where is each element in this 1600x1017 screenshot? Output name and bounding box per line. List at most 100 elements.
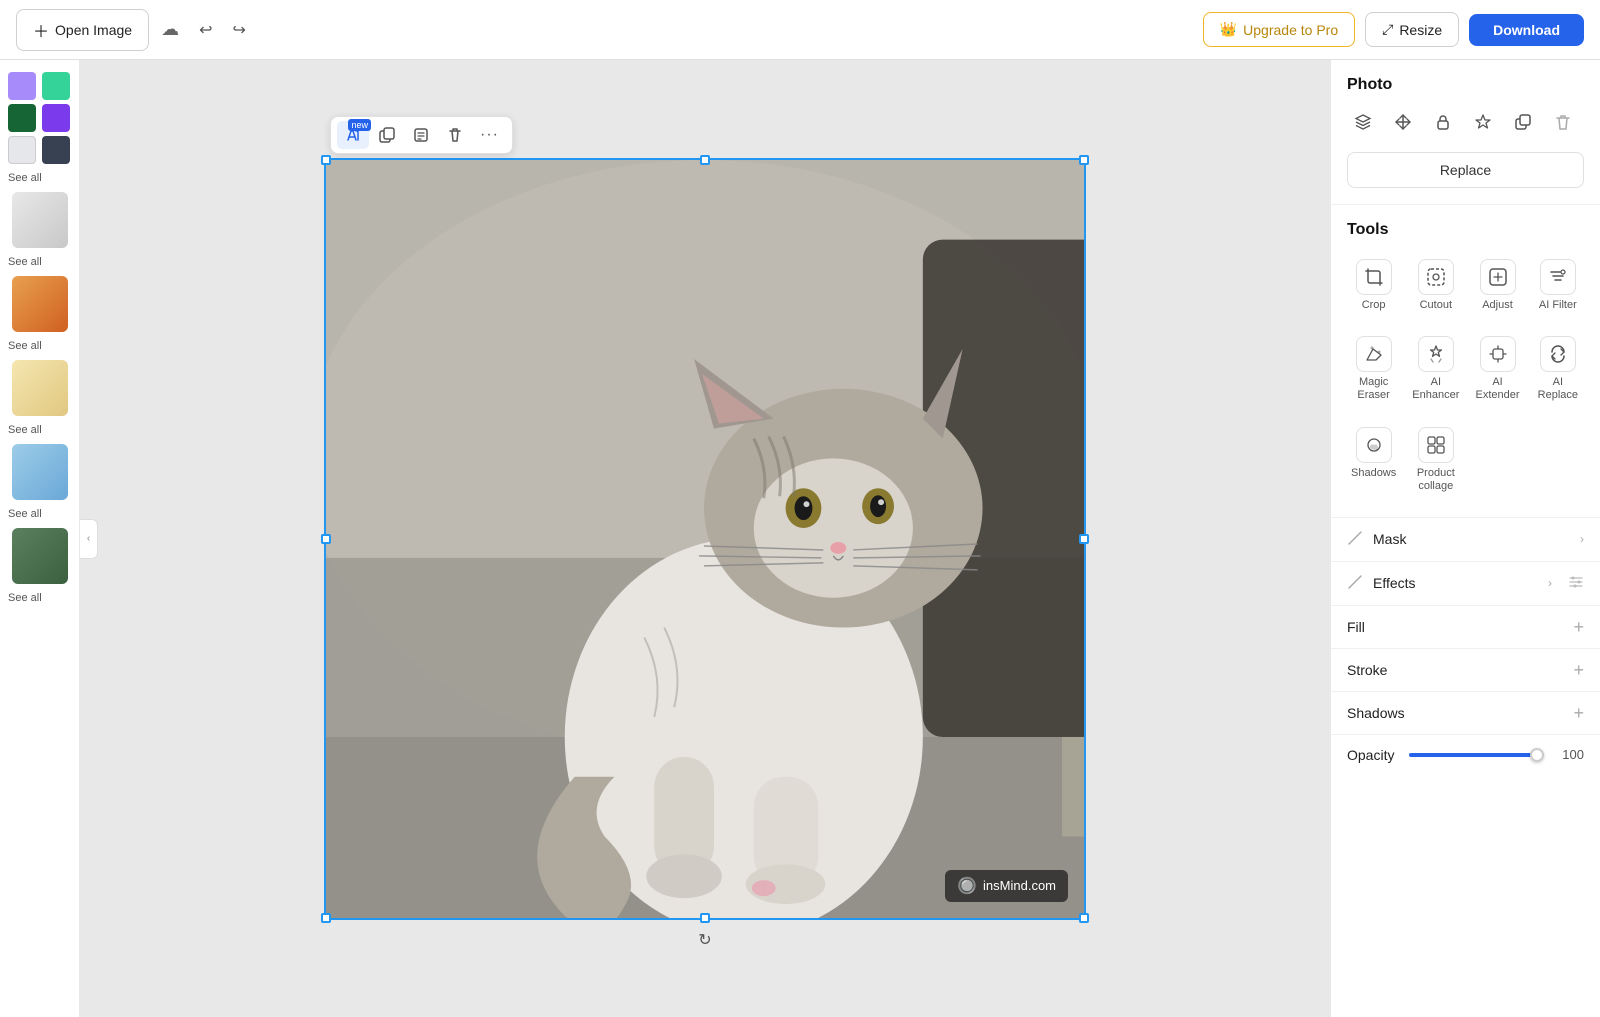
resize-icon: ⤢ (1382, 21, 1393, 38)
topbar-left: ＋ Open Image ☁ ↩ ↪ (16, 9, 1191, 51)
shadows-label: Shadows (1347, 705, 1573, 721)
open-image-label: Open Image (55, 22, 132, 38)
rotate-handle[interactable]: ↻ (696, 930, 714, 948)
topbar: ＋ Open Image ☁ ↩ ↪ 👑 Upgrade to Pro ⤢ Re… (0, 0, 1600, 60)
mask-row[interactable]: Mask › (1331, 518, 1600, 562)
shadows-row: Shadows + (1331, 692, 1600, 735)
collapse-handle[interactable]: ‹ (80, 519, 98, 559)
thumbnail-5[interactable] (12, 528, 68, 584)
cutout-tool[interactable]: Cutout (1408, 251, 1463, 320)
ai-filter-tool[interactable]: AI Filter (1532, 251, 1584, 320)
fill-add-button[interactable]: + (1573, 618, 1584, 636)
opacity-slider[interactable] (1409, 753, 1544, 757)
crop-tool-label: Crop (1362, 299, 1386, 312)
see-all-4-button[interactable]: See all (8, 506, 71, 522)
shadows-tool[interactable]: Shadows (1347, 419, 1400, 501)
stroke-label: Stroke (1347, 662, 1573, 678)
handle-middle-left[interactable] (321, 534, 331, 544)
ai-replace-tool-label: AI Replace (1536, 376, 1580, 402)
tools-section: Tools Crop Cutout (1331, 205, 1600, 518)
upgrade-button[interactable]: 👑 Upgrade to Pro (1203, 12, 1355, 47)
ft-delete-button[interactable] (439, 121, 471, 149)
effects-row[interactable]: Effects › (1331, 562, 1600, 606)
resize-button[interactable]: ⤢ Resize (1365, 12, 1459, 47)
color-grid (8, 72, 71, 164)
new-badge: new (348, 119, 371, 131)
see-all-2-button[interactable]: See all (8, 338, 71, 354)
floating-toolbar: new ··· (330, 116, 513, 154)
color-swatch-green-dark[interactable] (8, 104, 36, 132)
ai-filter-tool-icon (1540, 259, 1576, 295)
magic-eraser-tool[interactable]: Magic Eraser (1347, 328, 1400, 410)
main-layout: See all See all See all See all See all … (0, 60, 1600, 1017)
effects-label: Effects (1373, 575, 1538, 591)
thumbnail-3[interactable] (12, 360, 68, 416)
download-label: Download (1493, 22, 1560, 38)
thumbnail-4[interactable] (12, 444, 68, 500)
handle-bottom-left[interactable] (321, 913, 331, 923)
adjust-tool[interactable]: Adjust (1471, 251, 1523, 320)
color-swatch-gray-dark[interactable] (42, 136, 70, 164)
thumbnail-1[interactable] (12, 192, 68, 248)
ft-duplicate-button[interactable] (371, 121, 403, 149)
ai-replace-tool-icon (1540, 336, 1576, 372)
tools-grid: Crop Cutout Adjust (1347, 251, 1584, 501)
shadows-add-button[interactable]: + (1573, 704, 1584, 722)
handle-top-middle[interactable] (700, 155, 710, 165)
watermark-text: insMind.com (983, 878, 1056, 893)
handle-bottom-right[interactable] (1079, 913, 1089, 923)
canvas-area[interactable]: ‹ new (80, 60, 1330, 1017)
see-all-1-button[interactable]: See all (8, 254, 71, 270)
see-all-5-button[interactable]: See all (8, 590, 71, 606)
lock-icon-button[interactable] (1427, 106, 1459, 138)
watermark-logo-icon: 🔘 (957, 876, 977, 896)
handle-top-left[interactable] (321, 155, 331, 165)
right-panel: Photo (1330, 60, 1600, 1017)
upgrade-label: Upgrade to Pro (1243, 22, 1338, 38)
see-all-colors-button[interactable]: See all (8, 170, 71, 186)
color-swatch-green-teal[interactable] (42, 72, 70, 100)
adjust-tool-label: Adjust (1482, 299, 1513, 312)
handle-bottom-middle[interactable] (700, 913, 710, 923)
stroke-row: Stroke + (1331, 649, 1600, 692)
ai-enhancer-tool[interactable]: AI Enhancer (1408, 328, 1463, 410)
handle-top-right[interactable] (1079, 155, 1089, 165)
open-image-button[interactable]: ＋ Open Image (16, 9, 149, 51)
resize-label: Resize (1399, 22, 1442, 38)
photo-title: Photo (1347, 76, 1584, 94)
ft-copy-button[interactable] (405, 121, 437, 149)
pin-icon-button[interactable] (1467, 106, 1499, 138)
mask-label: Mask (1373, 531, 1570, 547)
image-frame[interactable]: new ··· (324, 158, 1086, 920)
product-collage-tool[interactable]: Product collage (1408, 419, 1463, 501)
plus-icon: ＋ (33, 18, 49, 42)
ai-extender-tool[interactable]: AI Extender (1471, 328, 1523, 410)
see-all-3-button[interactable]: See all (8, 422, 71, 438)
mask-icon (1347, 530, 1363, 549)
opacity-value: 100 (1556, 747, 1584, 762)
replace-button[interactable]: Replace (1347, 152, 1584, 188)
effects-settings-icon[interactable] (1568, 574, 1584, 593)
copy-icon-button[interactable] (1507, 106, 1539, 138)
redo-button[interactable]: ↪ (224, 14, 253, 46)
ft-more-button[interactable]: ··· (473, 121, 506, 149)
handle-middle-right[interactable] (1079, 534, 1089, 544)
stroke-add-button[interactable]: + (1573, 661, 1584, 679)
undo-button[interactable]: ↩ (191, 14, 220, 46)
magic-eraser-tool-label: Magic Eraser (1351, 376, 1396, 402)
cat-svg (326, 160, 1084, 918)
thumbnail-2[interactable] (12, 276, 68, 332)
tools-title: Tools (1347, 221, 1584, 239)
layer-icon-button[interactable] (1347, 106, 1379, 138)
arrow-icon-button[interactable] (1387, 106, 1419, 138)
shadows-tool-label: Shadows (1351, 467, 1396, 480)
delete-icon-button[interactable] (1547, 106, 1579, 138)
ai-extender-tool-label: AI Extender (1475, 376, 1519, 402)
ai-replace-tool[interactable]: AI Replace (1532, 328, 1584, 410)
effects-icon (1347, 574, 1363, 593)
color-swatch-purple-light[interactable] (8, 72, 36, 100)
download-button[interactable]: Download (1469, 14, 1584, 46)
color-swatch-purple-dark[interactable] (42, 104, 70, 132)
crop-tool[interactable]: Crop (1347, 251, 1400, 320)
color-swatch-gray-light[interactable] (8, 136, 36, 164)
